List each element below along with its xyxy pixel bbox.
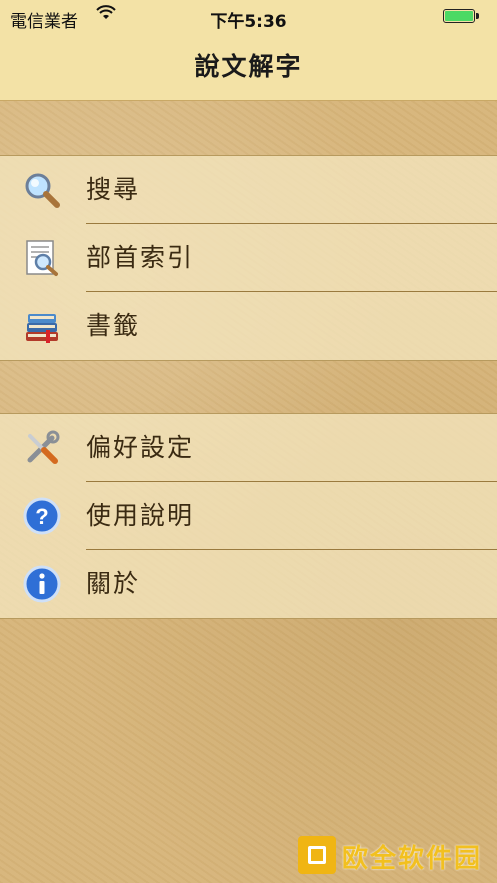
navigation-bar: 說文解字 — [0, 36, 497, 101]
menu-item-radical-index[interactable]: 部首索引 — [0, 224, 497, 292]
menu-item-search[interactable]: 搜尋 — [0, 156, 497, 224]
menu-item-label: 偏好設定 — [86, 433, 195, 462]
status-time: 下午5:36 — [210, 12, 287, 32]
menu-group-main: 搜尋 部首索引 書籤 — [0, 155, 497, 361]
bookmark-books-icon — [22, 306, 62, 346]
menu-item-label: 使用說明 — [86, 501, 195, 530]
menu-group-settings: 偏好設定 ? 使用說明 關於 — [0, 413, 497, 619]
watermark-logo-icon — [298, 836, 336, 874]
status-bar: 電信業者 下午5:36 — [0, 0, 497, 36]
help-icon: ? — [22, 496, 62, 536]
watermark: 欧全软件园 — [298, 834, 488, 876]
menu-item-preferences[interactable]: 偏好設定 — [0, 414, 497, 482]
magnifier-icon — [22, 170, 62, 210]
radical-index-icon — [22, 238, 62, 278]
menu-item-label: 部首索引 — [86, 243, 195, 272]
menu-item-label: 關於 — [86, 569, 141, 598]
svg-text:?: ? — [35, 504, 48, 529]
page-title: 說文解字 — [194, 52, 303, 81]
watermark-text: 欧全软件园 — [342, 844, 483, 874]
tools-icon — [22, 428, 62, 468]
menu-item-help[interactable]: ? 使用說明 — [0, 482, 497, 550]
menu-item-label: 搜尋 — [86, 175, 141, 204]
battery-icon — [443, 9, 475, 23]
menu-item-about[interactable]: 關於 — [0, 550, 497, 618]
menu-item-label: 書籤 — [86, 311, 141, 340]
info-icon — [22, 564, 62, 604]
menu-item-bookmarks[interactable]: 書籤 — [0, 292, 497, 360]
